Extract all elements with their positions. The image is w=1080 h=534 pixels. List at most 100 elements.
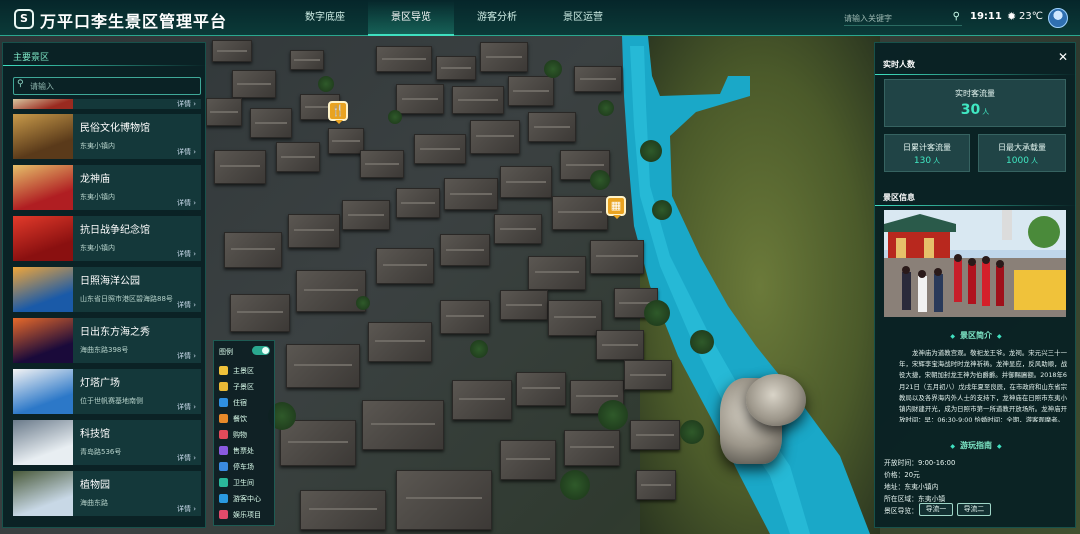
spot-list: 详情 › 民俗文化博物馆 东夷小镇内 详情 › 龙神庙 东夷小镇内 详情 › 抗日战争纪念馆东… bbox=[13, 99, 201, 525]
tree bbox=[598, 400, 628, 430]
tree bbox=[598, 100, 614, 116]
daily-flow-value: 130 bbox=[913, 156, 932, 166]
building-roof bbox=[500, 440, 556, 480]
building-roof bbox=[444, 178, 498, 210]
building-roof bbox=[500, 290, 548, 320]
building-roof bbox=[528, 112, 576, 142]
title-divider bbox=[3, 65, 207, 66]
legend-toggle[interactable] bbox=[252, 346, 270, 355]
scenic-spot-panel: 主要景区 ⚲ 详情 ›民俗文化博物馆东夷小镇内详情 ›龙神庙东夷小镇内详情 ›抗… bbox=[2, 42, 207, 528]
person-icon bbox=[219, 366, 228, 375]
building-roof bbox=[548, 300, 602, 336]
shopping-icon bbox=[219, 430, 228, 439]
spot-name: 植物园 bbox=[80, 480, 110, 491]
legend-label: 停车场 bbox=[233, 463, 254, 471]
spot-detail-link[interactable]: 详情 › bbox=[177, 453, 196, 463]
building-roof bbox=[230, 294, 290, 332]
building-roof bbox=[224, 232, 282, 268]
building-roof bbox=[624, 360, 672, 390]
tree bbox=[318, 76, 334, 92]
spot-detail-link[interactable]: 详情 › bbox=[177, 99, 196, 109]
realtime-flow-card: 实时客流量 30 人 bbox=[884, 79, 1066, 127]
spot-thumbnail bbox=[13, 420, 73, 465]
guide-nav-label: 景区导览： bbox=[884, 507, 918, 515]
dining-icon: 🍴 bbox=[331, 104, 345, 117]
spot-search-input[interactable] bbox=[30, 79, 196, 93]
tree bbox=[544, 60, 562, 78]
info-icon bbox=[219, 494, 228, 503]
search-icon[interactable]: ⚲ bbox=[953, 11, 960, 22]
building-roof bbox=[596, 330, 644, 360]
spot-list-item[interactable]: 详情 › bbox=[13, 99, 201, 109]
tree bbox=[644, 300, 670, 326]
toilet-icon bbox=[219, 478, 228, 487]
guide-hours: 开放时间：9:00-16:00 bbox=[884, 459, 956, 467]
spot-thumbnail bbox=[13, 216, 73, 261]
tab-visitor-analysis[interactable]: 游客分析 bbox=[454, 0, 540, 36]
legend-item[interactable]: 餐饮 bbox=[219, 412, 275, 426]
map-poi-building[interactable]: ▦ bbox=[606, 196, 626, 219]
spot-list-item[interactable]: 日照海洋公园山东省日照市港区碧海路88号 详情 › bbox=[13, 267, 201, 312]
spot-detail-link[interactable]: 详情 › bbox=[177, 351, 196, 361]
bed-icon bbox=[219, 398, 228, 407]
spot-address: 海曲东路 bbox=[80, 499, 108, 507]
legend-item[interactable]: 卫生间 bbox=[219, 476, 275, 490]
spot-name: 日出东方海之秀 bbox=[80, 327, 150, 338]
person-icon bbox=[219, 382, 228, 391]
close-icon[interactable]: ✕ bbox=[1057, 51, 1069, 63]
scenic-info-title: 景区信息 bbox=[883, 193, 915, 202]
legend-label: 购物 bbox=[233, 431, 247, 439]
building-roof bbox=[232, 70, 276, 98]
header-search-input[interactable] bbox=[844, 10, 944, 26]
tree bbox=[356, 296, 370, 310]
tab-scenic-operation[interactable]: 景区运营 bbox=[540, 0, 626, 36]
spot-detail-link[interactable]: 详情 › bbox=[177, 147, 196, 157]
spot-list-item[interactable]: 抗日战争纪念馆 东夷小镇内 详情 › bbox=[13, 216, 201, 261]
spot-list-item[interactable]: 民俗文化博物馆 东夷小镇内 详情 › bbox=[13, 114, 201, 159]
lighthouse-top bbox=[746, 374, 806, 426]
app-title: 万平口李生景区管理平台 bbox=[40, 12, 228, 31]
tab-digital-base[interactable]: 数字底座 bbox=[282, 0, 368, 36]
scenic-photo bbox=[884, 210, 1066, 317]
building-roof bbox=[288, 214, 340, 248]
spot-list-item[interactable]: 龙神庙 东夷小镇内 详情 › bbox=[13, 165, 201, 210]
guide-route-2-button[interactable]: 导流二 bbox=[957, 503, 991, 516]
spot-list-item[interactable]: 灯塔广场 位于世帆赛基地南侧 详情 › bbox=[13, 369, 201, 414]
spot-detail-link[interactable]: 详情 › bbox=[177, 300, 196, 310]
avatar[interactable] bbox=[1048, 8, 1068, 28]
spot-detail-link[interactable]: 详情 › bbox=[177, 402, 196, 412]
building-roof bbox=[212, 40, 252, 62]
main-nav: 数字底座 景区导览 游客分析 景区运营 bbox=[282, 0, 626, 36]
spot-list-item[interactable]: 日出东方海之秀 海曲东路398号详情 › bbox=[13, 318, 201, 363]
spot-thumbnail bbox=[13, 318, 73, 363]
spot-name: 灯塔广场 bbox=[80, 378, 120, 389]
spot-name: 日照海洋公园 bbox=[80, 276, 140, 287]
building-roof bbox=[396, 84, 444, 114]
spot-detail-link[interactable]: 详情 › bbox=[177, 504, 196, 514]
building-icon: ▦ bbox=[610, 199, 622, 212]
building-roof bbox=[590, 240, 644, 274]
building-roof bbox=[494, 214, 542, 244]
legend-label: 子景区 bbox=[233, 383, 254, 391]
legend-item[interactable]: 停车场 bbox=[219, 460, 275, 474]
legend-item[interactable]: 住宿 bbox=[219, 396, 275, 410]
building-roof bbox=[362, 400, 444, 450]
spot-list-item[interactable]: 植物园海曲东路详情 › bbox=[13, 471, 201, 516]
spot-detail-link[interactable]: 详情 › bbox=[177, 198, 196, 208]
spot-address: 海曲东路398号 bbox=[80, 346, 129, 354]
spot-list-item[interactable]: 科技馆 青岛路536号 详情 › bbox=[13, 420, 201, 465]
logo-icon: S bbox=[14, 9, 34, 29]
legend-item[interactable]: 主景区 bbox=[219, 364, 275, 378]
tab-scenic-guide[interactable]: 景区导览 bbox=[368, 0, 454, 36]
legend-item[interactable]: 子景区 bbox=[219, 380, 275, 394]
tree bbox=[590, 170, 610, 190]
legend-item[interactable]: 娱乐项目 bbox=[219, 508, 275, 522]
legend-item[interactable]: 售票处 bbox=[219, 444, 275, 458]
tree bbox=[470, 340, 488, 358]
legend-item[interactable]: 购物 bbox=[219, 428, 275, 442]
map-poi-dining[interactable]: 🍴 bbox=[328, 101, 348, 124]
spot-address: 山东省日照市港区碧海路88号 bbox=[80, 295, 173, 303]
legend-item[interactable]: 游客中心 bbox=[219, 492, 275, 506]
spot-detail-link[interactable]: 详情 › bbox=[177, 249, 196, 259]
guide-route-1-button[interactable]: 导流一 bbox=[919, 503, 953, 516]
